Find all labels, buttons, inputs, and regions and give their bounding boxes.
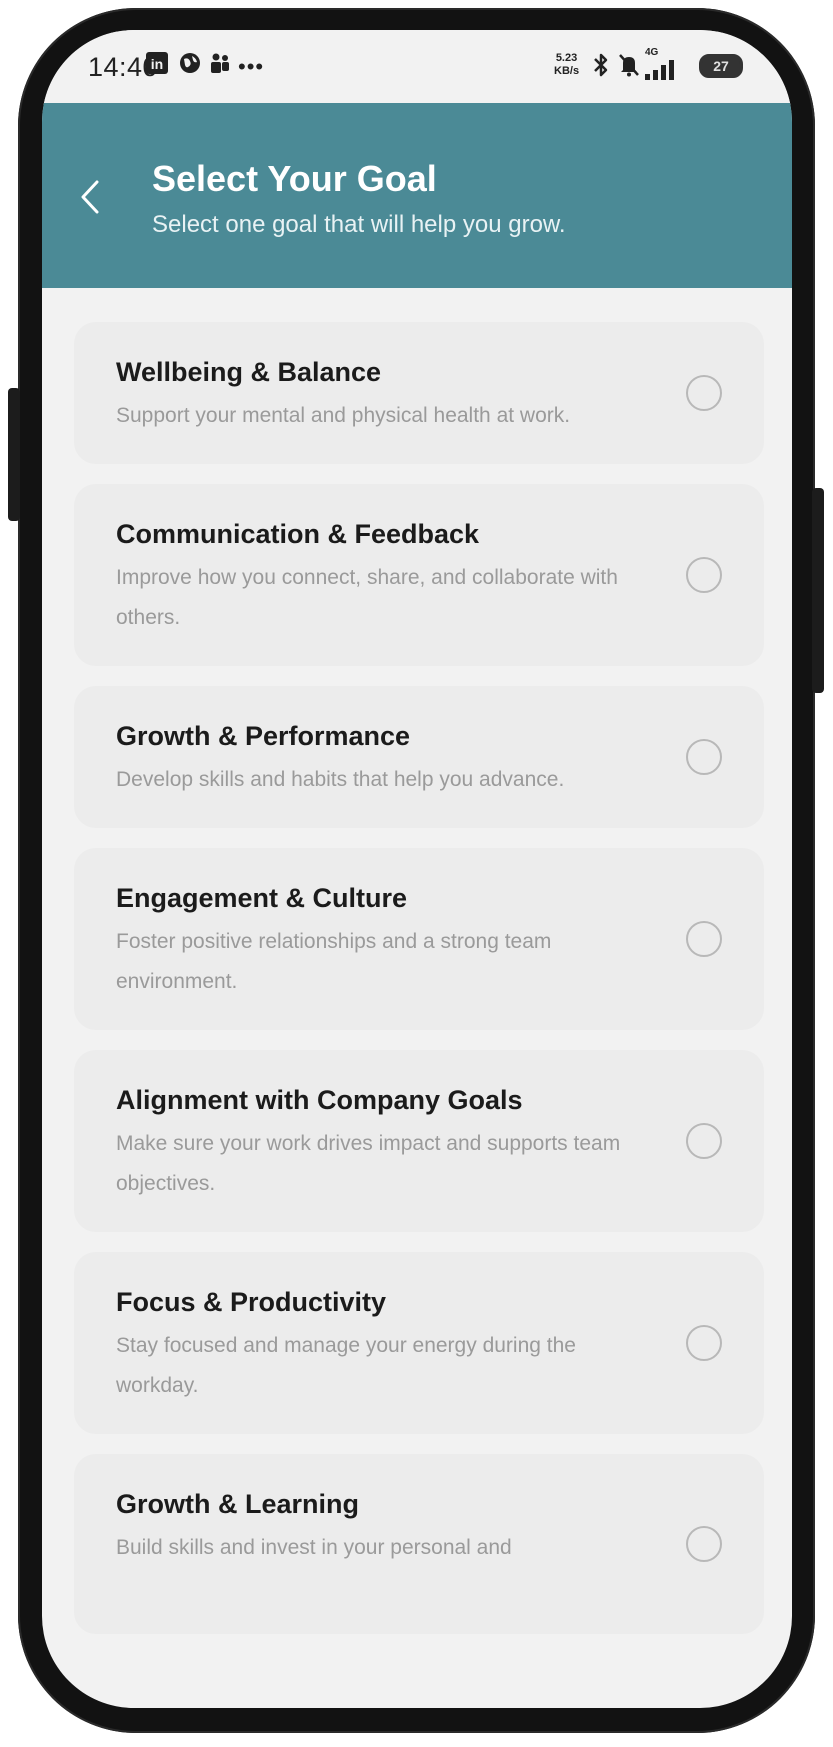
radio-button[interactable]	[686, 921, 722, 957]
goal-title: Growth & Learning	[116, 1489, 359, 1519]
goal-title: Wellbeing & Balance	[116, 357, 382, 387]
goal-title: Engagement & Culture	[116, 883, 408, 913]
radio-button[interactable]	[686, 557, 722, 593]
battery-icon: 27	[699, 54, 743, 78]
goal-description: Stay focused and manage your energy duri…	[116, 1334, 576, 1397]
teams-icon	[209, 52, 231, 82]
power-button	[812, 488, 824, 693]
goal-title: Communication & Feedback	[116, 519, 480, 549]
volume-button	[8, 388, 20, 521]
phone-screen: 14:40 in ••• 5.23 KB/s 4G 27 Select Your…	[42, 30, 792, 1708]
page-header: Select Your Goal Select one goal that wi…	[42, 103, 792, 288]
goal-description: Support your mental and physical health …	[116, 404, 571, 427]
svg-text:in: in	[151, 56, 163, 72]
globe-icon	[179, 52, 201, 82]
more-dots-icon: •••	[238, 54, 265, 79]
back-button[interactable]	[66, 167, 114, 227]
radio-button[interactable]	[686, 1325, 722, 1361]
radio-button[interactable]	[686, 375, 722, 411]
goal-description: Make sure your work drives impact and su…	[116, 1132, 621, 1195]
radio-button[interactable]	[686, 739, 722, 775]
goal-option-alignment-company-goals[interactable]: Alignment with Company Goals Make sure y…	[74, 1050, 764, 1232]
goal-title: Growth & Performance	[116, 721, 411, 751]
goal-option-focus-productivity[interactable]: Focus & Productivity Stay focused and ma…	[74, 1252, 764, 1434]
radio-button[interactable]	[686, 1526, 722, 1562]
radio-button[interactable]	[686, 1123, 722, 1159]
goal-option-communication-feedback[interactable]: Communication & Feedback Improve how you…	[74, 484, 764, 666]
network-type: 4G	[645, 47, 659, 58]
page-title: Select Your Goal	[152, 158, 437, 199]
network-speed: 5.23 KB/s	[554, 52, 580, 77]
linkedin-icon: in	[146, 52, 168, 82]
goal-option-growth-learning[interactable]: Growth & Learning Build skills and inves…	[74, 1454, 764, 1634]
bluetooth-icon	[592, 52, 610, 86]
mute-icon	[617, 52, 641, 86]
goal-description: Develop skills and habits that help you …	[116, 768, 565, 791]
goal-list: Wellbeing & Balance Support your mental …	[74, 322, 764, 1654]
goal-option-growth-performance[interactable]: Growth & Performance Develop skills and …	[74, 686, 764, 828]
chevron-left-icon	[81, 180, 99, 214]
goal-option-wellbeing-balance[interactable]: Wellbeing & Balance Support your mental …	[74, 322, 764, 464]
page-subtitle: Select one goal that will help you grow.	[152, 211, 566, 238]
goal-title: Alignment with Company Goals	[116, 1085, 523, 1115]
goal-description: Improve how you connect, share, and coll…	[116, 566, 618, 629]
goal-title: Focus & Productivity	[116, 1287, 387, 1317]
status-bar: 14:40 in ••• 5.23 KB/s 4G 27	[42, 30, 792, 105]
goal-description: Foster positive relationships and a stro…	[116, 930, 552, 993]
goal-description: Build skills and invest in your personal…	[116, 1536, 512, 1559]
signal-icon	[645, 58, 679, 88]
goal-option-engagement-culture[interactable]: Engagement & Culture Foster positive rel…	[74, 848, 764, 1030]
